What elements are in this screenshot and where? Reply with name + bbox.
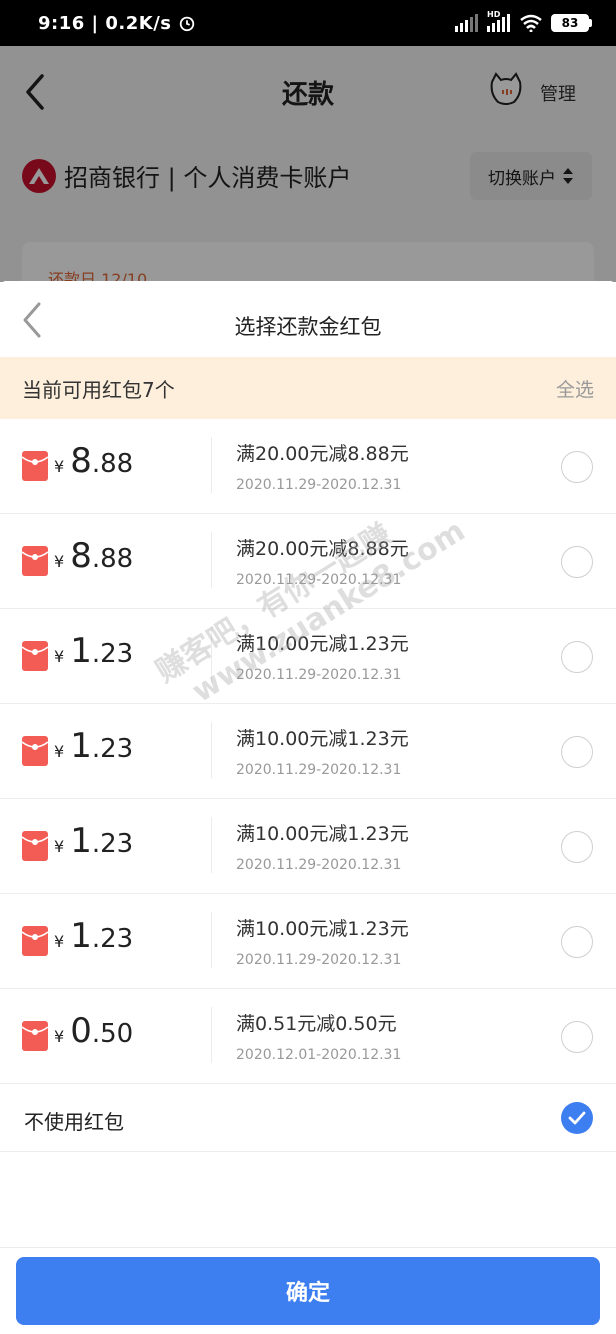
coupon-row[interactable]: ¥8.88 满20.00元减8.88元 2020.11.29-2020.12.31: [0, 419, 616, 514]
red-packet-icon: [22, 926, 48, 956]
coupon-validity: 2020.11.29-2020.12.31: [236, 667, 402, 683]
wifi-icon: [520, 14, 542, 32]
amount-decimal: .23: [91, 924, 134, 954]
coupon-validity: 2020.12.01-2020.12.31: [236, 1047, 402, 1063]
coupon-rule: 满10.00元减1.23元: [236, 728, 409, 750]
red-packet-icon: [22, 641, 48, 671]
red-packet-icon: [22, 546, 48, 576]
amount-integer: 1: [70, 631, 92, 671]
alarm-icon: [179, 16, 194, 32]
coupon-sheet: 选择还款金红包 当前可用红包7个 全选 ¥8.88 满20.00元减8.88元 20…: [0, 281, 616, 1334]
footer-divider: [0, 1247, 616, 1248]
coupon-validity: 2020.11.29-2020.12.31: [236, 952, 402, 968]
coupon-row[interactable]: ¥1.23 满10.00元减1.23元 2020.11.29-2020.12.31: [0, 894, 616, 989]
coupon-amount: ¥0.50: [54, 1011, 133, 1051]
available-count-text: 当前可用红包7个: [22, 377, 175, 402]
coupon-validity: 2020.11.29-2020.12.31: [236, 762, 402, 778]
coupon-validity: 2020.11.29-2020.12.31: [236, 477, 402, 493]
coupon-amount: ¥1.23: [54, 916, 133, 956]
amount-decimal: .23: [91, 829, 134, 859]
row-divider: [211, 912, 212, 968]
currency-symbol: ¥: [54, 552, 65, 571]
coupon-amount: ¥1.23: [54, 631, 133, 671]
amount-integer: 0: [70, 1011, 92, 1051]
amount-decimal: .50: [91, 1019, 134, 1049]
hd-signal-icon: HD: [487, 10, 511, 32]
coupon-rule: 满10.00元减1.23元: [236, 823, 409, 845]
status-bar: 9:16 | 0.2K/s HD 83: [0, 0, 616, 46]
amount-integer: 1: [70, 916, 92, 956]
coupon-row[interactable]: ¥1.23 满10.00元减1.23元 2020.11.29-2020.12.31: [0, 609, 616, 704]
coupon-validity: 2020.11.29-2020.12.31: [236, 572, 402, 588]
coupon-rule: 满0.51元减0.50元: [236, 1013, 397, 1035]
amount-decimal: .88: [91, 544, 134, 574]
red-packet-icon: [22, 736, 48, 766]
amount-decimal: .23: [91, 639, 134, 669]
coupon-rule: 满10.00元减1.23元: [236, 918, 409, 940]
row-divider: [211, 1007, 212, 1063]
amount-integer: 1: [70, 821, 92, 861]
amount-integer: 8: [70, 441, 92, 481]
checked-radio-icon[interactable]: [561, 1102, 593, 1134]
unchecked-radio-icon[interactable]: [561, 641, 593, 673]
coupon-amount: ¥8.88: [54, 441, 133, 481]
coupon-amount: ¥1.23: [54, 821, 133, 861]
sheet-title: 选择还款金红包: [234, 315, 382, 339]
currency-symbol: ¥: [54, 742, 65, 761]
coupon-amount: ¥8.88: [54, 536, 133, 576]
row-divider: [211, 627, 212, 683]
battery-icon: 83: [551, 14, 592, 32]
row-divider: [211, 722, 212, 778]
modal-backdrop[interactable]: [0, 46, 616, 282]
red-packet-icon: [22, 1021, 48, 1051]
unchecked-radio-icon[interactable]: [561, 451, 593, 483]
amount-decimal: .23: [91, 734, 134, 764]
row-divider: [211, 532, 212, 588]
unchecked-radio-icon[interactable]: [561, 926, 593, 958]
amount-decimal: .88: [91, 449, 134, 479]
red-packet-icon: [22, 451, 48, 481]
unchecked-radio-icon[interactable]: [561, 736, 593, 768]
currency-symbol: ¥: [54, 457, 65, 476]
no-use-coupon-label: 不使用红包: [24, 1110, 124, 1134]
currency-symbol: ¥: [54, 837, 65, 856]
confirm-button[interactable]: 确定: [16, 1257, 600, 1325]
amount-integer: 8: [70, 536, 92, 576]
available-banner: 当前可用红包7个 全选: [0, 357, 616, 419]
red-packet-icon: [22, 831, 48, 861]
currency-symbol: ¥: [54, 647, 65, 666]
status-time: 9:16 | 0.2K/s: [38, 12, 172, 34]
unchecked-radio-icon[interactable]: [561, 546, 593, 578]
coupon-row[interactable]: ¥1.23 满10.00元减1.23元 2020.11.29-2020.12.31: [0, 704, 616, 799]
coupon-amount: ¥1.23: [54, 726, 133, 766]
coupon-rule: 满20.00元减8.88元: [236, 538, 409, 560]
coupon-list: ¥8.88 满20.00元减8.88元 2020.11.29-2020.12.31 ¥…: [0, 419, 616, 1152]
select-all-button[interactable]: 全选: [556, 375, 594, 402]
unchecked-radio-icon[interactable]: [561, 1021, 593, 1053]
row-divider: [211, 817, 212, 873]
signal-icon: [455, 14, 478, 32]
coupon-validity: 2020.11.29-2020.12.31: [236, 857, 402, 873]
currency-symbol: ¥: [54, 932, 65, 951]
battery-level: 83: [551, 14, 589, 32]
coupon-rule: 满20.00元减8.88元: [236, 443, 409, 465]
amount-integer: 1: [70, 726, 92, 766]
coupon-rule: 满10.00元减1.23元: [236, 633, 409, 655]
unchecked-radio-icon[interactable]: [561, 831, 593, 863]
no-use-coupon-row[interactable]: 不使用红包: [0, 1084, 616, 1152]
coupon-row[interactable]: ¥0.50 满0.51元减0.50元 2020.12.01-2020.12.31: [0, 989, 616, 1084]
row-divider: [211, 437, 212, 493]
coupon-row[interactable]: ¥1.23 满10.00元减1.23元 2020.11.29-2020.12.31: [0, 799, 616, 894]
coupon-row[interactable]: ¥8.88 满20.00元减8.88元 2020.11.29-2020.12.31: [0, 514, 616, 609]
sheet-header: 选择还款金红包: [0, 281, 616, 357]
currency-symbol: ¥: [54, 1027, 65, 1046]
